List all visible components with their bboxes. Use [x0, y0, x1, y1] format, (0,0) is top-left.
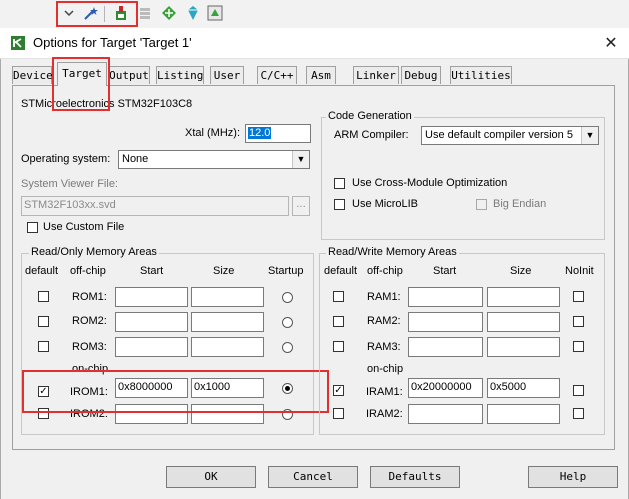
iram1-start-field[interactable]: 0x20000000 — [408, 378, 483, 398]
microlib-checkbox[interactable] — [334, 199, 345, 210]
highlight-target-tab-box — [52, 57, 110, 111]
rom1-startup-radio[interactable] — [282, 292, 293, 303]
ram2-size-field[interactable] — [487, 312, 560, 332]
rom-header-start: Start — [140, 265, 164, 277]
ram-onchip-label: on-chip — [367, 363, 404, 375]
tab-linker[interactable]: Linker — [353, 66, 399, 84]
iram2-noinit-checkbox[interactable] — [573, 408, 584, 419]
diamond-arrows-icon[interactable] — [160, 4, 178, 22]
compiler-select[interactable]: Use default compiler version 5 ▼ — [421, 126, 599, 145]
custom-file-label: Use Custom File — [43, 221, 125, 233]
microlib-label: Use MicroLIB — [352, 198, 419, 210]
ram3-default-checkbox[interactable] — [333, 341, 344, 352]
custom-file-checkbox[interactable] — [27, 222, 38, 233]
rom3-start-field[interactable] — [115, 337, 188, 357]
gem-icon[interactable] — [184, 4, 202, 22]
iram1-size-field[interactable]: 0x5000 — [487, 378, 560, 398]
rom3-default-checkbox[interactable] — [38, 341, 49, 352]
rom3-size-field[interactable] — [191, 337, 264, 357]
stack-icon[interactable] — [136, 4, 154, 22]
tab-debug[interactable]: Debug — [401, 66, 441, 84]
iram2-label: IRAM2: — [366, 408, 403, 420]
rom2-size-field[interactable] — [191, 312, 264, 332]
ram1-default-checkbox[interactable] — [333, 291, 344, 302]
ram3-start-field[interactable] — [408, 337, 483, 357]
iram1-noinit-checkbox[interactable] — [573, 385, 584, 396]
os-value: None — [122, 153, 149, 165]
highlight-irom1-box — [22, 370, 329, 413]
iram2-start-field[interactable] — [408, 404, 483, 424]
cross-module-checkbox[interactable] — [334, 178, 345, 189]
compiler-value: Use default compiler version 5 — [425, 129, 573, 141]
ram1-start-field[interactable] — [408, 287, 483, 307]
rom2-label: ROM2: — [72, 315, 107, 327]
rom1-default-checkbox[interactable] — [38, 291, 49, 302]
rom-header-size: Size — [213, 265, 235, 277]
ram-header-start: Start — [433, 265, 457, 277]
xtal-label: Xtal (MHz): — [185, 127, 240, 139]
code-generation-title: Code Generation — [326, 110, 414, 122]
ram2-label: RAM2: — [367, 315, 401, 327]
rom2-start-field[interactable] — [115, 312, 188, 332]
iram2-default-checkbox[interactable] — [333, 408, 344, 419]
tab-utilities[interactable]: Utilities — [450, 66, 512, 84]
svd-field[interactable]: STM32F103xx.svd — [21, 196, 289, 216]
ram3-label: RAM3: — [367, 341, 401, 353]
rom-header-default: default — [25, 265, 59, 277]
rom1-start-field[interactable] — [115, 287, 188, 307]
chevron-down-icon: ▼ — [581, 127, 598, 144]
defaults-button[interactable]: Defaults — [370, 466, 460, 488]
rom2-startup-radio[interactable] — [282, 317, 293, 328]
iram1-label: IRAM1: — [366, 386, 403, 398]
rom-header-offchip: off-chip — [70, 265, 106, 277]
xtal-field[interactable]: 12.0 — [245, 124, 311, 143]
tab-output[interactable]: Output — [108, 66, 150, 84]
component-icon[interactable] — [206, 4, 224, 22]
keil-app-icon — [10, 35, 26, 51]
big-endian-checkbox[interactable] — [476, 199, 487, 210]
help-button[interactable]: Help — [528, 466, 618, 488]
compiler-label: ARM Compiler: — [334, 129, 409, 141]
close-icon[interactable]: ✕ — [598, 30, 624, 56]
ram-group-title: Read/Write Memory Areas — [326, 246, 459, 258]
ram2-noinit-checkbox[interactable] — [573, 316, 584, 327]
ram2-default-checkbox[interactable] — [333, 316, 344, 327]
cross-module-label: Use Cross-Module Optimization — [352, 177, 508, 189]
cancel-button[interactable]: Cancel — [268, 466, 358, 488]
svd-browse-button[interactable]: ... — [292, 196, 310, 216]
iram2-size-field[interactable] — [487, 404, 560, 424]
ram1-size-field[interactable] — [487, 287, 560, 307]
tab-user[interactable]: User — [210, 66, 244, 84]
ok-button[interactable]: OK — [166, 466, 256, 488]
big-endian-label: Big Endian — [493, 198, 547, 210]
chevron-down-icon: ▼ — [292, 151, 309, 168]
highlight-toolbar-box — [56, 1, 138, 27]
tab-device[interactable]: Device — [12, 66, 53, 84]
ram-header-noinit: NoInit — [565, 265, 594, 277]
iram1-default-checkbox[interactable]: ✓ — [333, 385, 344, 396]
ram1-label: RAM1: — [367, 291, 401, 303]
os-label: Operating system: — [21, 153, 111, 165]
rom1-label: ROM1: — [72, 291, 107, 303]
rom-group-title: Read/Only Memory Areas — [29, 246, 159, 258]
rom3-label: ROM3: — [72, 341, 107, 353]
ram-header-offchip: off-chip — [367, 265, 403, 277]
ram3-size-field[interactable] — [487, 337, 560, 357]
rom1-size-field[interactable] — [191, 287, 264, 307]
ram3-noinit-checkbox[interactable] — [573, 341, 584, 352]
tab-listing[interactable]: Listing — [156, 66, 204, 84]
ram2-start-field[interactable] — [408, 312, 483, 332]
os-select[interactable]: None ▼ — [118, 150, 310, 169]
tab-cc[interactable]: C/C++ — [257, 66, 297, 84]
dialog-title: Options for Target 'Target 1' — [33, 35, 192, 50]
rom2-default-checkbox[interactable] — [38, 316, 49, 327]
tab-asm[interactable]: Asm — [306, 66, 336, 84]
svd-label: System Viewer File: — [21, 178, 118, 190]
rom3-startup-radio[interactable] — [282, 342, 293, 353]
ide-toolbar — [0, 0, 629, 29]
ram-header-default: default — [324, 265, 358, 277]
rom-header-startup: Startup — [268, 265, 304, 277]
ram1-noinit-checkbox[interactable] — [573, 291, 584, 302]
ram-header-size: Size — [510, 265, 532, 277]
